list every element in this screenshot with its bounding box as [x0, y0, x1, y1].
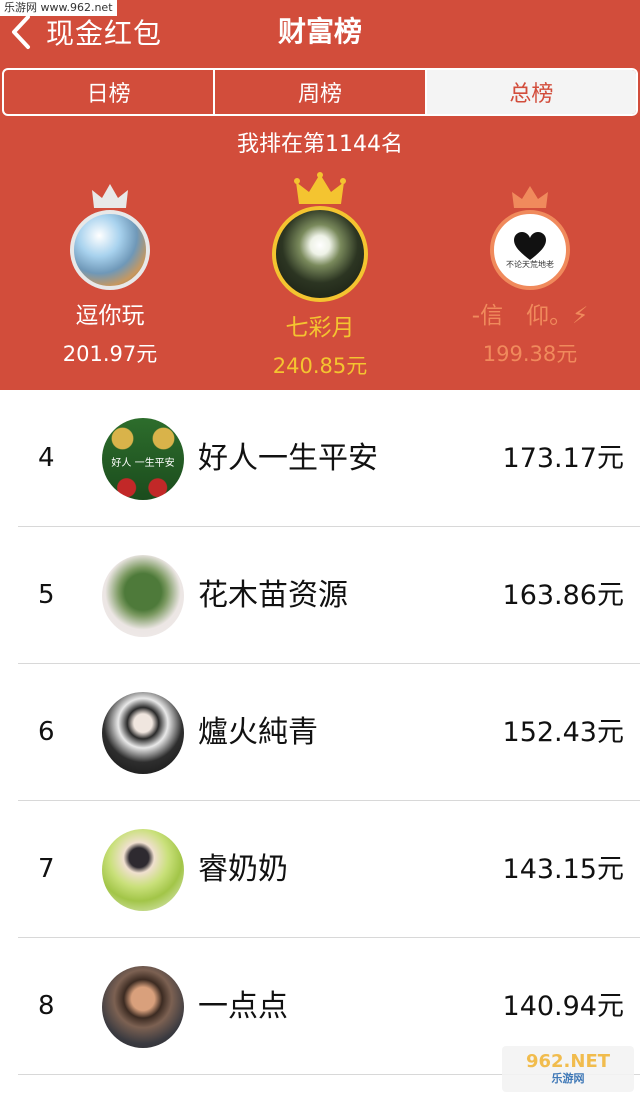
my-rank-text: 我排在第1144名 — [237, 132, 403, 157]
tab-total[interactable]: 总榜 — [424, 70, 636, 114]
heart-icon — [514, 231, 546, 260]
watermark-logo-text: 962.NET — [525, 1051, 611, 1072]
rank-number: 6 — [38, 717, 55, 747]
podium-amount: 199.38元 — [482, 342, 578, 366]
page-title: 财富榜 — [277, 15, 362, 48]
user-amount: 163.86元 — [502, 580, 624, 611]
avatar-caption: 不论天荒地老 — [506, 259, 554, 269]
user-amount: 152.43元 — [502, 717, 624, 748]
user-name: 好人一生平安 — [198, 441, 378, 476]
user-name: 爐火純青 — [198, 715, 318, 750]
crown-icon — [512, 186, 548, 208]
avatar — [70, 210, 150, 290]
watermark-logo: 962.NET 乐游网 — [502, 1046, 634, 1092]
podium-second[interactable]: 逗你玩 201.97元 — [50, 182, 170, 368]
podium-name: -信 仰。⚡ — [471, 303, 589, 329]
crown-icon — [294, 172, 346, 204]
rank-number: 8 — [38, 991, 55, 1021]
user-name: 花木苗资源 — [198, 578, 348, 613]
watermark-top: 乐游网 www.962.net — [0, 0, 117, 16]
podium-third[interactable]: 不论天荒地老 -信 仰。⚡ 199.38元 — [450, 184, 610, 368]
list-item[interactable]: 6 爐火純青 152.43元 — [0, 664, 640, 801]
avatar-caption: 好人 一生平安 — [111, 458, 175, 469]
podium-amount: 201.97元 — [62, 342, 158, 366]
user-name: 睿奶奶 — [198, 852, 288, 887]
avatar — [102, 966, 184, 1048]
list-item[interactable]: 4 好人 一生平安 好人一生平安 173.17元 — [0, 390, 640, 527]
tab-daily[interactable]: 日榜 — [4, 70, 213, 114]
user-amount: 143.15元 — [502, 854, 624, 885]
avatar — [102, 829, 184, 911]
list-item[interactable]: 7 睿奶奶 143.15元 — [0, 801, 640, 938]
avatar: 不论天荒地老 — [490, 210, 570, 290]
list-item[interactable]: 5 花木苗资源 163.86元 — [0, 527, 640, 664]
user-name: 一点点 — [198, 989, 288, 1024]
podium-first[interactable]: 七彩月 240.85元 — [250, 172, 390, 380]
podium-amount: 240.85元 — [272, 354, 368, 378]
user-amount: 173.17元 — [502, 443, 624, 474]
podium-name: 七彩月 — [285, 315, 355, 341]
rank-number: 7 — [38, 854, 55, 884]
rank-number: 4 — [38, 443, 55, 473]
crown-icon — [92, 184, 128, 208]
rank-number: 5 — [38, 580, 55, 610]
avatar — [272, 206, 368, 302]
avatar — [102, 555, 184, 637]
period-tabs: 日榜 周榜 总榜 — [2, 68, 638, 116]
watermark-logo-sub: 乐游网 — [551, 1072, 585, 1085]
leaderboard-list: 4 好人 一生平安 好人一生平安 173.17元 5 花木苗资源 163.86元… — [0, 390, 640, 1075]
podium-name: 逗你玩 — [75, 303, 145, 329]
avatar: 好人 一生平安 — [102, 418, 184, 500]
avatar — [102, 692, 184, 774]
tab-weekly[interactable]: 周榜 — [213, 70, 424, 114]
